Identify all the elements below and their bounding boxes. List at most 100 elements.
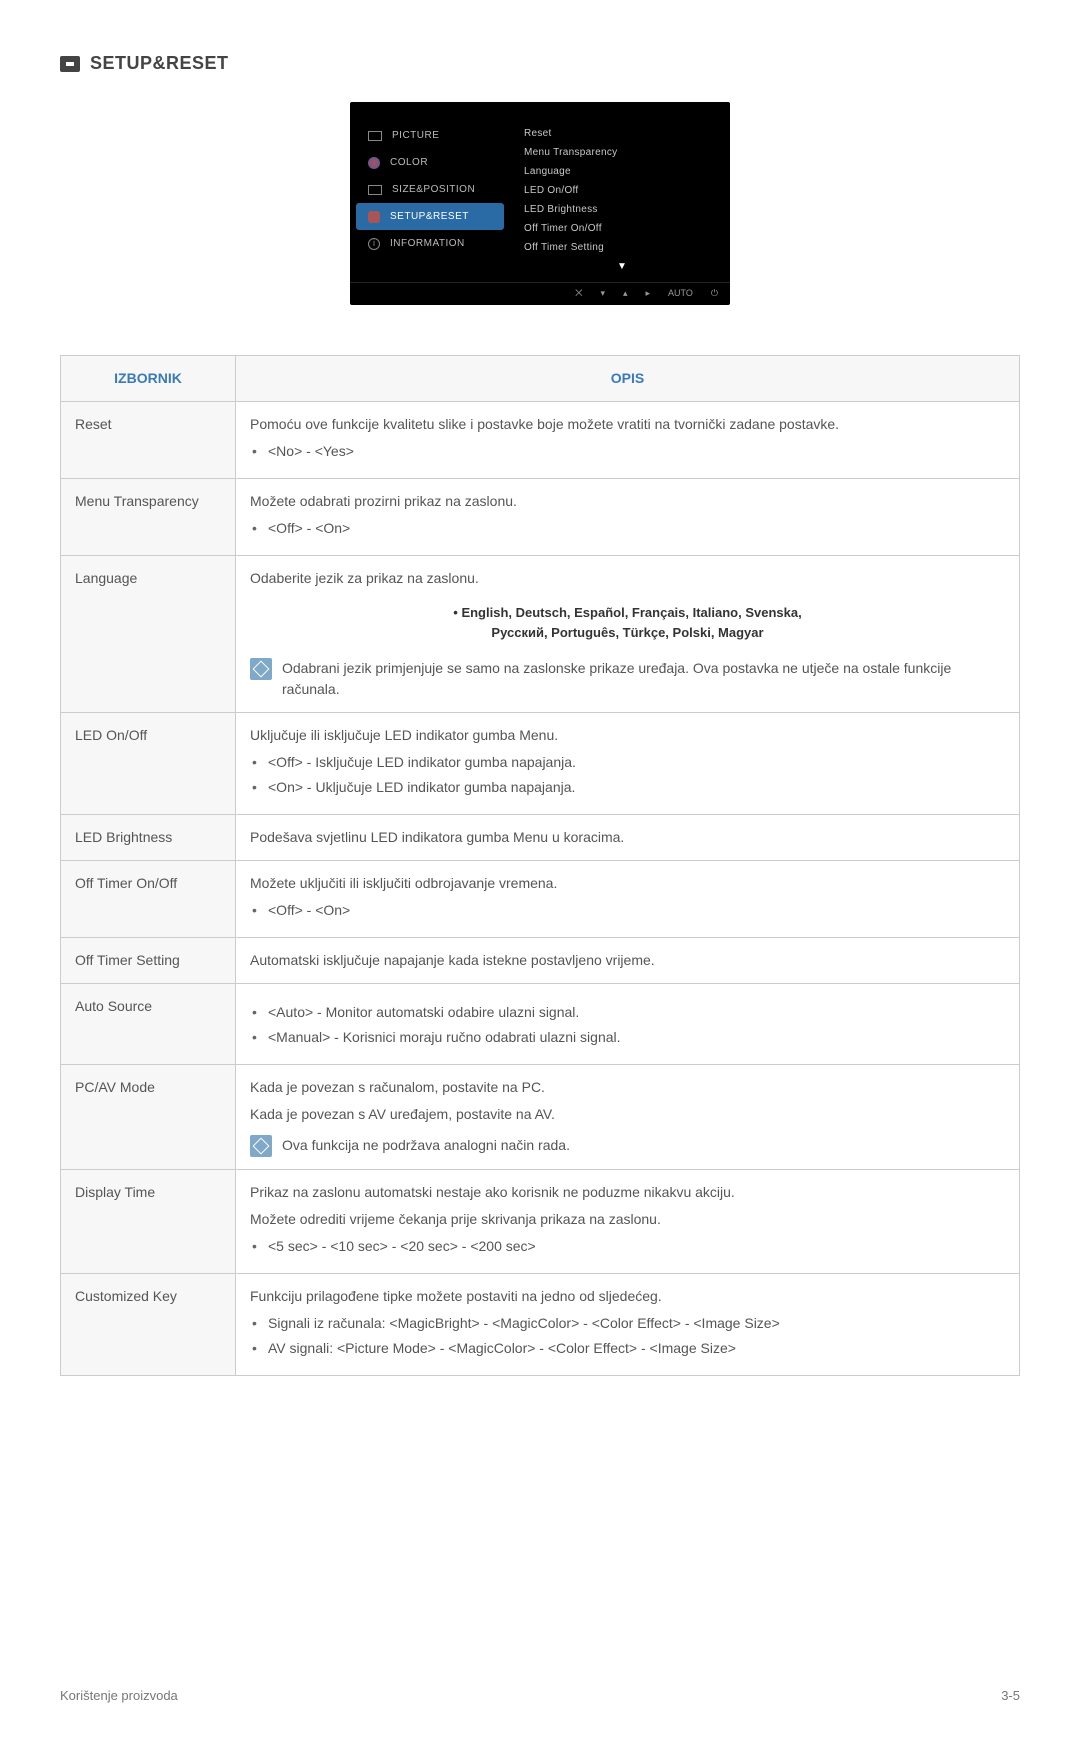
osd-auto-label[interactable]: AUTO — [668, 287, 693, 301]
spec-table: IZBORNIK OPIS Reset Pomoću ove funkcije … — [60, 355, 1020, 1377]
row-key: Menu Transparency — [61, 478, 236, 555]
row-desc: Podešava svjetlinu LED indikatora gumba … — [236, 815, 1020, 861]
osd-cat-info[interactable]: INFORMATION — [350, 230, 510, 257]
row-key: Off Timer Setting — [61, 938, 236, 984]
row-key: LED Brightness — [61, 815, 236, 861]
page-footer: Korištenje proizvoda 3-5 — [60, 1676, 1020, 1706]
osd-body: PICTURE COLOR SIZE&POSITION SETUP&RESET … — [350, 112, 730, 282]
row-desc: Funkciju prilagođene tipke možete postav… — [236, 1274, 1020, 1376]
row-desc: Kada je povezan s računalom, postavite n… — [236, 1065, 1020, 1170]
section-title-text: SETUP&RESET — [90, 50, 229, 77]
row-text: Uključuje ili isključuje LED indikator g… — [250, 725, 1005, 746]
row-key: LED On/Off — [61, 713, 236, 815]
monitor-icon — [60, 56, 80, 72]
table-row: Auto Source <Auto> - Monitor automatski … — [61, 984, 1020, 1065]
footer-right: 3-5 — [1001, 1686, 1020, 1706]
osd-cat-label: SETUP&RESET — [390, 209, 469, 224]
osd-cat-setup[interactable]: SETUP&RESET — [356, 203, 504, 230]
row-bullet: Signali iz računala: <MagicBright> - <Ma… — [250, 1313, 1005, 1334]
lang-line: • English, Deutsch, Español, Français, I… — [250, 603, 1005, 624]
row-key: Off Timer On/Off — [61, 861, 236, 938]
section-heading: SETUP&RESET — [60, 50, 1020, 77]
row-desc: Uključuje ili isključuje LED indikator g… — [236, 713, 1020, 815]
osd-down-icon[interactable]: ▾ — [600, 287, 605, 301]
table-row: Language Odaberite jezik za prikaz na za… — [61, 555, 1020, 713]
osd-right-icon[interactable]: ▸ — [646, 287, 651, 301]
row-key: Language — [61, 555, 236, 713]
note-block: Ova funkcija ne podržava analogni način … — [250, 1135, 1005, 1157]
row-key: Auto Source — [61, 984, 236, 1065]
row-bullet: <5 sec> - <10 sec> - <20 sec> - <200 sec… — [250, 1236, 1005, 1257]
osd-cat-label: COLOR — [390, 155, 428, 170]
osd-cat-label: SIZE&POSITION — [392, 182, 475, 197]
osd-item[interactable]: LED Brightness — [524, 200, 720, 219]
row-desc: Automatski isključuje napajanje kada ist… — [236, 938, 1020, 984]
osd-wrap: PICTURE COLOR SIZE&POSITION SETUP&RESET … — [60, 102, 1020, 305]
table-row: PC/AV Mode Kada je povezan s računalom, … — [61, 1065, 1020, 1170]
row-text: Možete odrediti vrijeme čekanja prije sk… — [250, 1209, 1005, 1230]
note-text: Ova funkcija ne podržava analogni način … — [282, 1135, 570, 1156]
row-text: Odaberite jezik za prikaz na zaslonu. — [250, 568, 1005, 589]
osd-close-icon[interactable]: ⨉ — [575, 287, 582, 301]
table-row: LED On/Off Uključuje ili isključuje LED … — [61, 713, 1020, 815]
row-key: PC/AV Mode — [61, 1065, 236, 1170]
note-text: Odabrani jezik primjenjuje se samo na za… — [282, 658, 1005, 700]
size-icon — [368, 185, 382, 195]
osd-item[interactable]: LED On/Off — [524, 181, 720, 200]
osd-cat-size[interactable]: SIZE&POSITION — [350, 176, 510, 203]
row-text: Funkciju prilagođene tipke možete postav… — [250, 1286, 1005, 1307]
row-bullet: <Off> - Isključuje LED indikator gumba n… — [250, 752, 1005, 773]
row-key: Reset — [61, 401, 236, 478]
row-text: Kada je povezan s AV uređajem, postavite… — [250, 1104, 1005, 1125]
row-key: Customized Key — [61, 1274, 236, 1376]
row-desc: Odaberite jezik za prikaz na zaslonu. • … — [236, 555, 1020, 713]
row-bullet: AV signali: <Picture Mode> - <MagicColor… — [250, 1338, 1005, 1359]
row-desc: Možete odabrati prozirni prikaz na zaslo… — [236, 478, 1020, 555]
row-text: Pomoću ove funkcije kvalitetu slike i po… — [250, 414, 1005, 435]
osd-power-icon[interactable]: ⏻ — [711, 287, 718, 301]
row-bullet: <Off> - <On> — [250, 518, 1005, 539]
note-icon — [250, 658, 272, 680]
table-row: Reset Pomoću ove funkcije kvalitetu slik… — [61, 401, 1020, 478]
info-icon — [368, 238, 380, 250]
row-bullet: <Manual> - Korisnici moraju ručno odabra… — [250, 1027, 1005, 1048]
picture-icon — [368, 131, 382, 141]
osd-cat-picture[interactable]: PICTURE — [350, 122, 510, 149]
footer-left: Korištenje proizvoda — [60, 1686, 178, 1706]
osd-down-arrow-icon[interactable]: ▼ — [524, 257, 720, 274]
gear-icon — [368, 211, 380, 223]
table-row: Customized Key Funkciju prilagođene tipk… — [61, 1274, 1020, 1376]
osd-up-icon[interactable]: ▴ — [623, 287, 628, 301]
row-text: Možete uključiti ili isključiti odbrojav… — [250, 873, 1005, 894]
row-bullet: <No> - <Yes> — [250, 441, 1005, 462]
row-key: Display Time — [61, 1170, 236, 1274]
osd-panel: PICTURE COLOR SIZE&POSITION SETUP&RESET … — [350, 102, 730, 305]
row-text: Kada je povezan s računalom, postavite n… — [250, 1077, 1005, 1098]
osd-item[interactable]: Reset — [524, 124, 720, 143]
osd-item[interactable]: Off Timer Setting — [524, 238, 720, 257]
osd-item[interactable]: Menu Transparency — [524, 143, 720, 162]
row-bullet: <Auto> - Monitor automatski odabire ulaz… — [250, 1002, 1005, 1023]
row-bullet: <On> - Uključuje LED indikator gumba nap… — [250, 777, 1005, 798]
row-text: Prikaz na zaslonu automatski nestaje ako… — [250, 1182, 1005, 1203]
lang-line: Русский, Português, Türkçe, Polski, Magy… — [250, 623, 1005, 644]
osd-cat-color[interactable]: COLOR — [350, 149, 510, 176]
table-row: Menu Transparency Možete odabrati prozir… — [61, 478, 1020, 555]
table-row: Display Time Prikaz na zaslonu automatsk… — [61, 1170, 1020, 1274]
table-header-menu: IZBORNIK — [61, 355, 236, 401]
palette-icon — [368, 157, 380, 169]
osd-item[interactable]: Off Timer On/Off — [524, 219, 720, 238]
osd-cat-label: PICTURE — [392, 128, 439, 143]
language-list: • English, Deutsch, Español, Français, I… — [250, 603, 1005, 645]
row-desc: Pomoću ove funkcije kvalitetu slike i po… — [236, 401, 1020, 478]
osd-left-column: PICTURE COLOR SIZE&POSITION SETUP&RESET … — [350, 112, 510, 282]
osd-item[interactable]: Language — [524, 162, 720, 181]
table-row: Off Timer Setting Automatski isključuje … — [61, 938, 1020, 984]
osd-cat-label: INFORMATION — [390, 236, 465, 251]
note-block: Odabrani jezik primjenjuje se samo na za… — [250, 658, 1005, 700]
osd-footer: ⨉ ▾ ▴ ▸ AUTO ⏻ — [350, 282, 730, 305]
row-bullet: <Off> - <On> — [250, 900, 1005, 921]
table-row: Off Timer On/Off Možete uključiti ili is… — [61, 861, 1020, 938]
row-text: Možete odabrati prozirni prikaz na zaslo… — [250, 491, 1005, 512]
note-icon — [250, 1135, 272, 1157]
